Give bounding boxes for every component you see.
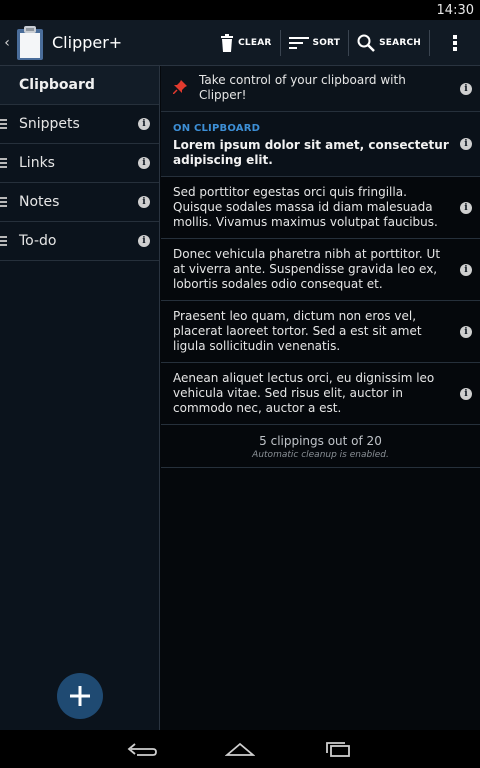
current-clip[interactable]: ON CLIPBOARD Lorem ipsum dolor sit amet,…: [161, 112, 480, 177]
clip-text: Sed porttitor egestas orci quis fringill…: [173, 185, 438, 229]
add-list-button[interactable]: [57, 673, 103, 719]
pin-icon: [173, 80, 187, 94]
sidebar-item-links[interactable]: Links i: [0, 144, 159, 183]
up-caret-icon[interactable]: ‹: [1, 35, 13, 51]
cleanup-status: Automatic cleanup is enabled.: [252, 450, 389, 460]
on-clipboard-label: ON CLIPBOARD: [173, 123, 261, 134]
sidebar-item-notes[interactable]: Notes i: [0, 183, 159, 222]
info-icon[interactable]: i: [460, 138, 472, 150]
search-icon: [357, 34, 376, 52]
back-icon[interactable]: [127, 741, 157, 757]
action-bar: ‹ Clipper+ CLEAR SORT SEARCH: [0, 20, 480, 66]
sidebar-item-label: Clipboard: [19, 77, 95, 93]
clip-text: Praesent leo quam, dictum non eros vel, …: [173, 309, 422, 353]
overflow-menu-icon[interactable]: [430, 20, 480, 66]
pinned-clip[interactable]: Take control of your clipboard with Clip…: [161, 66, 480, 112]
sort-button[interactable]: SORT: [281, 20, 349, 66]
list-item[interactable]: Praesent leo quam, dictum non eros vel, …: [161, 301, 480, 363]
clip-text: Lorem ipsum dolor sit amet, consectetur …: [173, 138, 449, 167]
list-item[interactable]: Donec vehicula pharetra nibh at porttito…: [161, 239, 480, 301]
system-nav-bar: [0, 730, 480, 768]
clip-text: Take control of your clipboard with Clip…: [199, 73, 406, 102]
trash-icon: [221, 33, 234, 52]
list-item[interactable]: Sed porttitor egestas orci quis fringill…: [161, 177, 480, 239]
clear-label: CLEAR: [238, 37, 272, 48]
clear-button[interactable]: CLEAR: [212, 20, 279, 66]
search-label: SEARCH: [379, 37, 421, 48]
plus-icon: [70, 686, 90, 706]
clip-text: Donec vehicula pharetra nibh at porttito…: [173, 247, 441, 291]
clip-list: Take control of your clipboard with Clip…: [161, 66, 480, 730]
clip-summary: 5 clippings out of 20 Automatic cleanup …: [161, 425, 480, 468]
search-button[interactable]: SEARCH: [349, 20, 429, 66]
status-bar: 14:30: [0, 0, 480, 20]
recents-icon[interactable]: [323, 741, 353, 757]
sidebar-item-label: Links: [19, 155, 55, 171]
list-item[interactable]: Aenean aliquet lectus orci, eu dignissim…: [161, 363, 480, 425]
sort-label: SORT: [312, 37, 341, 48]
sidebar-item-clipboard[interactable]: Clipboard: [0, 66, 159, 105]
sidebar-item-snippets[interactable]: Snippets i: [0, 105, 159, 144]
drag-handle-icon[interactable]: [0, 197, 7, 209]
drag-handle-icon[interactable]: [0, 119, 7, 131]
sort-icon: [288, 36, 309, 49]
info-icon[interactable]: i: [138, 235, 150, 247]
sidebar-item-label: Snippets: [19, 116, 80, 132]
clipboard-app-icon[interactable]: [16, 25, 44, 61]
drag-handle-icon[interactable]: [0, 236, 7, 248]
sidebar-item-label: To-do: [19, 233, 57, 249]
sidebar: Clipboard Snippets i Links i Notes i To-…: [0, 66, 160, 730]
info-icon[interactable]: i: [460, 263, 472, 276]
info-icon[interactable]: i: [460, 82, 472, 95]
info-icon[interactable]: i: [138, 157, 150, 169]
info-icon[interactable]: i: [460, 325, 472, 338]
drag-handle-icon[interactable]: [0, 158, 7, 170]
screen: 14:30 ‹ Clipper+ CLEAR SORT SEARCH Clipb…: [0, 0, 480, 768]
status-time: 14:30: [436, 2, 474, 18]
app-title: Clipper+: [52, 33, 123, 52]
info-icon[interactable]: i: [460, 387, 472, 400]
home-icon[interactable]: [225, 741, 255, 757]
info-icon[interactable]: i: [138, 118, 150, 130]
sidebar-item-label: Notes: [19, 194, 60, 210]
clip-count: 5 clippings out of 20: [259, 434, 382, 448]
sidebar-item-todo[interactable]: To-do i: [0, 222, 159, 261]
info-icon[interactable]: i: [460, 201, 472, 214]
clip-text: Aenean aliquet lectus orci, eu dignissim…: [173, 371, 435, 415]
info-icon[interactable]: i: [138, 196, 150, 208]
